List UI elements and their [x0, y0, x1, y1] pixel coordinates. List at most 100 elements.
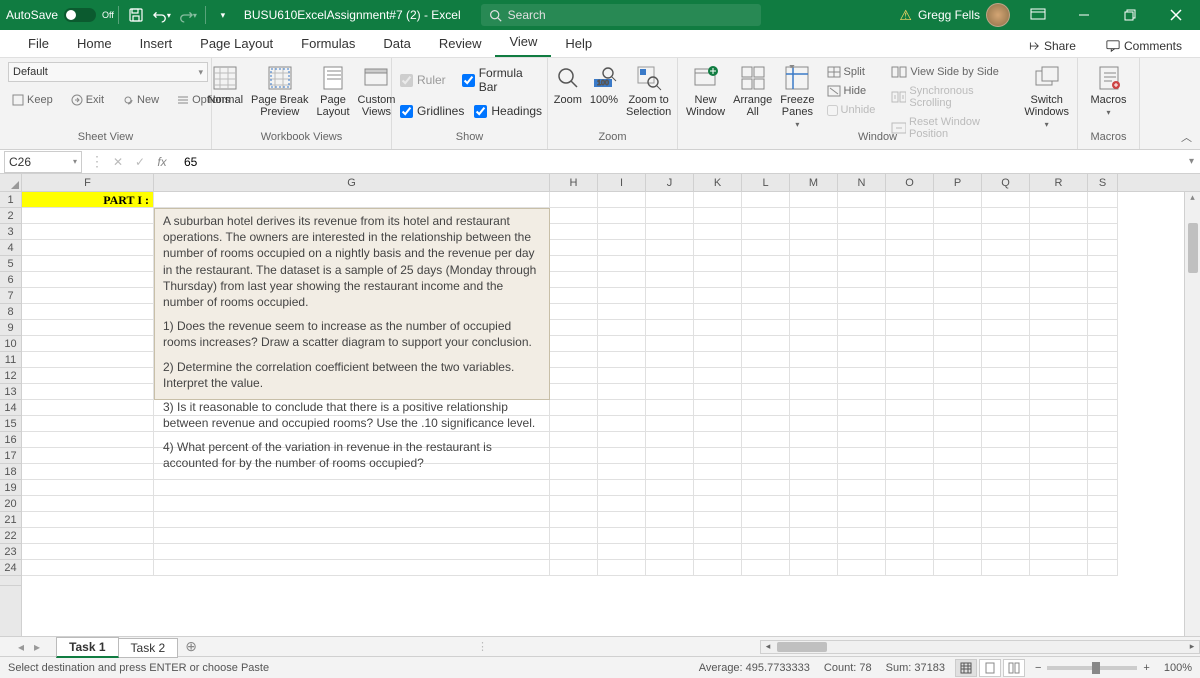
cell[interactable]: [838, 480, 886, 496]
cell[interactable]: [934, 416, 982, 432]
cell[interactable]: [934, 240, 982, 256]
cell[interactable]: [886, 416, 934, 432]
cell[interactable]: [838, 256, 886, 272]
tab-data[interactable]: Data: [369, 30, 424, 57]
cell[interactable]: [982, 256, 1030, 272]
cell[interactable]: [1030, 432, 1088, 448]
cell[interactable]: [982, 544, 1030, 560]
cell[interactable]: [550, 336, 598, 352]
cell[interactable]: [646, 560, 694, 576]
cell[interactable]: [982, 432, 1030, 448]
cell[interactable]: [646, 224, 694, 240]
cell[interactable]: [1030, 272, 1088, 288]
cell[interactable]: [154, 512, 550, 528]
cell[interactable]: [694, 336, 742, 352]
tab-page-layout[interactable]: Page Layout: [186, 30, 287, 57]
cell[interactable]: [1030, 368, 1088, 384]
cell[interactable]: [646, 480, 694, 496]
cell[interactable]: [1030, 448, 1088, 464]
hide-button[interactable]: Hide: [823, 83, 880, 99]
cell[interactable]: [22, 256, 154, 272]
cell[interactable]: [982, 464, 1030, 480]
cell[interactable]: [1030, 336, 1088, 352]
cell[interactable]: [550, 560, 598, 576]
cell[interactable]: [154, 544, 550, 560]
cell[interactable]: [886, 352, 934, 368]
cell[interactable]: [838, 464, 886, 480]
cell[interactable]: [886, 512, 934, 528]
cell[interactable]: [790, 288, 838, 304]
cell[interactable]: [646, 208, 694, 224]
cell[interactable]: [22, 496, 154, 512]
cell[interactable]: [982, 192, 1030, 208]
cell[interactable]: [550, 464, 598, 480]
minimize-icon[interactable]: [1066, 0, 1102, 30]
restore-icon[interactable]: [1112, 0, 1148, 30]
cell[interactable]: [742, 480, 790, 496]
share-button[interactable]: Share: [1018, 35, 1084, 57]
cell[interactable]: [1088, 288, 1118, 304]
cell[interactable]: [646, 432, 694, 448]
cell[interactable]: [694, 256, 742, 272]
cell[interactable]: [1030, 256, 1088, 272]
cell[interactable]: [838, 528, 886, 544]
cell[interactable]: [886, 480, 934, 496]
cell[interactable]: [838, 448, 886, 464]
cell[interactable]: [22, 448, 154, 464]
row-header[interactable]: 23: [0, 544, 21, 560]
split-button[interactable]: Split: [823, 64, 880, 80]
macros-button[interactable]: Macros ▾: [1086, 62, 1131, 124]
cell[interactable]: [742, 288, 790, 304]
redo-icon[interactable]: ▾: [179, 6, 197, 24]
cell[interactable]: [598, 512, 646, 528]
cell[interactable]: [646, 384, 694, 400]
cell[interactable]: [598, 192, 646, 208]
cell[interactable]: [646, 272, 694, 288]
column-header[interactable]: G: [154, 174, 550, 191]
cell[interactable]: [646, 320, 694, 336]
cell[interactable]: [934, 432, 982, 448]
column-header[interactable]: S: [1088, 174, 1118, 191]
cell[interactable]: [838, 368, 886, 384]
save-icon[interactable]: [127, 6, 145, 24]
cell[interactable]: [934, 288, 982, 304]
cell[interactable]: [550, 320, 598, 336]
cell[interactable]: [838, 208, 886, 224]
row-header[interactable]: 4: [0, 240, 21, 256]
cell[interactable]: [1030, 384, 1088, 400]
cell[interactable]: [550, 256, 598, 272]
cell[interactable]: [934, 464, 982, 480]
cell[interactable]: [742, 256, 790, 272]
avatar[interactable]: [986, 3, 1010, 27]
cell[interactable]: [790, 192, 838, 208]
cell[interactable]: [694, 240, 742, 256]
unhide-button[interactable]: Unhide: [823, 102, 880, 118]
normal-view-button[interactable]: Normal: [208, 64, 243, 106]
cell[interactable]: [694, 352, 742, 368]
cell[interactable]: [1088, 416, 1118, 432]
cell[interactable]: [694, 448, 742, 464]
undo-icon[interactable]: ▾: [153, 6, 171, 24]
row-header[interactable]: 5: [0, 256, 21, 272]
row-header[interactable]: 8: [0, 304, 21, 320]
cell[interactable]: [790, 304, 838, 320]
keep-button[interactable]: Keep: [8, 92, 57, 108]
cell[interactable]: [646, 368, 694, 384]
tab-formulas[interactable]: Formulas: [287, 30, 369, 57]
cell[interactable]: [742, 224, 790, 240]
cell[interactable]: [790, 208, 838, 224]
cell[interactable]: [1030, 544, 1088, 560]
cell[interactable]: [790, 544, 838, 560]
cell[interactable]: [886, 304, 934, 320]
cell[interactable]: [1088, 256, 1118, 272]
cell[interactable]: [742, 352, 790, 368]
cell[interactable]: [694, 432, 742, 448]
fx-icon[interactable]: fx: [154, 155, 170, 169]
cell[interactable]: [694, 288, 742, 304]
cell[interactable]: [934, 528, 982, 544]
cell[interactable]: [886, 336, 934, 352]
qat-customize-icon[interactable]: ▾: [214, 6, 232, 24]
cell[interactable]: [742, 560, 790, 576]
cell[interactable]: [742, 272, 790, 288]
sheet-nav-prev-icon[interactable]: ◂: [18, 640, 24, 654]
